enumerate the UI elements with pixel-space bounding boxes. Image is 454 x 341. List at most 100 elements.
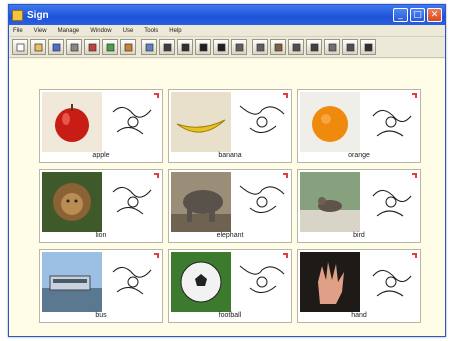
sign-card-hand[interactable]: hand xyxy=(297,249,421,323)
settings-button[interactable] xyxy=(342,39,358,55)
sign-card-orange[interactable]: orange xyxy=(297,89,421,163)
copy-button[interactable] xyxy=(102,39,118,55)
toolbar xyxy=(9,37,445,58)
card-label: bird xyxy=(353,232,365,239)
book-button[interactable] xyxy=(270,39,286,55)
stop-icon xyxy=(364,43,372,51)
arrow-button[interactable] xyxy=(177,39,193,55)
image-icon xyxy=(145,43,153,51)
new-icon xyxy=(16,43,24,51)
save-button[interactable] xyxy=(48,39,64,55)
hand-photo xyxy=(300,252,360,312)
corner-marker-icon xyxy=(154,253,159,258)
sign-card-apple[interactable]: apple xyxy=(39,89,163,163)
camera-icon xyxy=(163,43,171,51)
sign-drawing xyxy=(232,92,291,152)
list-icon xyxy=(292,43,300,51)
list-button[interactable] xyxy=(288,39,304,55)
corner-marker-icon xyxy=(283,93,288,98)
maximize-button[interactable]: □ xyxy=(410,8,425,22)
open-button[interactable] xyxy=(30,39,46,55)
menu-help[interactable]: Help xyxy=(169,28,181,34)
paste-button[interactable] xyxy=(120,39,136,55)
card-label: bus xyxy=(95,312,107,319)
settings-icon xyxy=(346,43,354,51)
sign-card-bird[interactable]: bird xyxy=(297,169,421,243)
menu-bar: File View Manage Window Use Tools Help xyxy=(9,25,445,37)
content-area: apple banana orange lion elephant bird b… xyxy=(9,59,445,336)
sign-card-banana[interactable]: banana xyxy=(168,89,292,163)
sign-drawing xyxy=(232,252,291,312)
sign-card-lion[interactable]: lion xyxy=(39,169,163,243)
lion-photo xyxy=(42,172,102,232)
menu-file[interactable]: File xyxy=(13,28,23,34)
menu-use[interactable]: Use xyxy=(123,28,134,34)
bus-photo xyxy=(42,252,102,312)
camera-button[interactable] xyxy=(159,39,175,55)
stop-button[interactable] xyxy=(360,39,376,55)
new-button[interactable] xyxy=(12,39,28,55)
corner-marker-icon xyxy=(283,173,288,178)
card-label: apple xyxy=(92,152,110,159)
app-icon xyxy=(12,9,23,21)
minimize-button[interactable]: _ xyxy=(393,8,408,22)
print-icon xyxy=(70,43,78,51)
cut-icon xyxy=(88,43,96,51)
cut-button[interactable] xyxy=(84,39,100,55)
menu-window[interactable]: Window xyxy=(90,28,111,34)
export-icon xyxy=(256,43,264,51)
corner-marker-icon xyxy=(154,173,159,178)
frame-button[interactable] xyxy=(324,39,340,55)
arrow-icon xyxy=(181,43,189,51)
orange-photo xyxy=(300,92,360,152)
sign-drawing xyxy=(103,252,162,312)
grid-button[interactable] xyxy=(306,39,322,55)
sign-drawing xyxy=(103,92,162,152)
sign-drawing xyxy=(232,172,291,232)
corner-marker-icon xyxy=(154,93,159,98)
save-icon xyxy=(52,43,60,51)
menu-manage[interactable]: Manage xyxy=(58,28,80,34)
title-bar[interactable]: Sign _ □ ✕ xyxy=(9,5,445,25)
corner-marker-icon xyxy=(412,253,417,258)
apple-photo xyxy=(42,92,102,152)
window-title: Sign xyxy=(27,9,49,21)
sign-drawing xyxy=(361,252,420,312)
close-button[interactable]: ✕ xyxy=(427,8,442,22)
paste-icon xyxy=(124,43,132,51)
card-label: banana xyxy=(218,152,242,159)
card-label: elephant xyxy=(216,232,244,239)
copy-icon xyxy=(106,43,114,51)
sign-card-elephant[interactable]: elephant xyxy=(168,169,292,243)
print-button[interactable] xyxy=(66,39,82,55)
sign-drawing xyxy=(361,172,420,232)
football-photo xyxy=(171,252,231,312)
card-label: hand xyxy=(351,312,367,319)
sign-card-football[interactable]: football xyxy=(168,249,292,323)
frame-icon xyxy=(328,43,336,51)
app-window: Sign _ □ ✕ File View Manage Window Use T… xyxy=(8,4,446,337)
grid-icon xyxy=(310,43,318,51)
hands-icon xyxy=(199,43,207,51)
corner-marker-icon xyxy=(283,253,288,258)
open-icon xyxy=(34,43,42,51)
banana-photo xyxy=(171,92,231,152)
card-label: orange xyxy=(348,152,370,159)
menu-view[interactable]: View xyxy=(34,28,47,34)
menu-tools[interactable]: Tools xyxy=(144,28,158,34)
hands-alt-button[interactable] xyxy=(213,39,229,55)
sign-card-bus[interactable]: bus xyxy=(39,249,163,323)
export-button[interactable] xyxy=(252,39,268,55)
bird-photo xyxy=(300,172,360,232)
import-icon xyxy=(235,43,243,51)
hands-alt-icon xyxy=(217,43,225,51)
image-button[interactable] xyxy=(141,39,157,55)
corner-marker-icon xyxy=(412,93,417,98)
import-button[interactable] xyxy=(231,39,247,55)
sign-drawing xyxy=(361,92,420,152)
card-label: football xyxy=(218,312,242,319)
corner-marker-icon xyxy=(412,173,417,178)
sign-drawing xyxy=(103,172,162,232)
elephant-photo xyxy=(171,172,231,232)
hands-button[interactable] xyxy=(195,39,211,55)
